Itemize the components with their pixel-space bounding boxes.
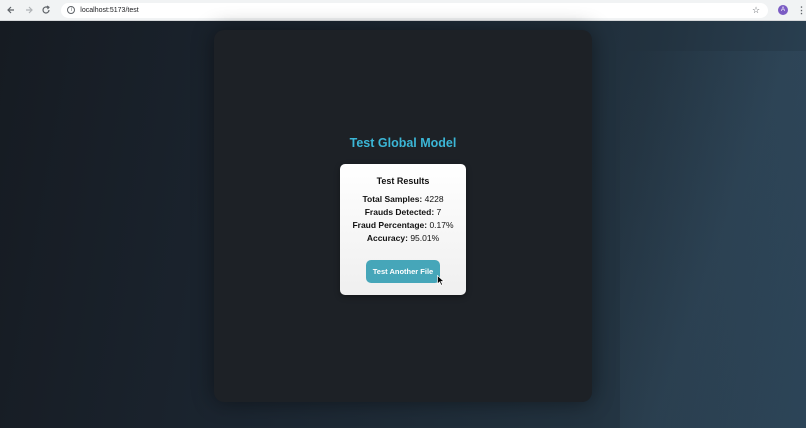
address-bar[interactable]: i localhost:5173/test ☆ (61, 2, 769, 18)
site-info-icon[interactable]: i (67, 6, 76, 14)
test-results-card: Test Results Total Samples: 4228 Frauds … (340, 164, 466, 295)
reload-icon[interactable] (38, 1, 56, 19)
stat-frauds-detected: Frauds Detected: 7 (340, 207, 466, 217)
mouse-cursor-icon (437, 275, 445, 286)
browser-toolbar: i localhost:5173/test ☆ A ⋮ (0, 0, 806, 21)
stat-accuracy: Accuracy: 95.01% (340, 233, 466, 243)
stat-value: 4228 (424, 194, 444, 204)
avatar[interactable]: A (778, 5, 788, 15)
card-title: Test Results (376, 176, 430, 186)
test-another-file-button[interactable]: Test Another File (366, 260, 440, 283)
stat-value: 0.17% (429, 220, 454, 230)
back-arrow-icon[interactable] (2, 1, 20, 19)
stat-fraud-percentage: Fraud Percentage: 0.17% (340, 220, 466, 230)
stat-total-samples: Total Samples: 4228 (340, 194, 466, 204)
stat-label: Fraud Percentage: (352, 220, 428, 230)
more-menu-icon[interactable]: ⋮ (797, 5, 806, 16)
stat-label: Accuracy: (366, 233, 408, 243)
url-text[interactable]: localhost:5173/test (80, 7, 752, 14)
bookmark-star-icon[interactable]: ☆ (752, 5, 760, 16)
forward-arrow-icon[interactable] (20, 1, 38, 19)
stat-label: Total Samples: (362, 194, 423, 204)
stat-label: Frauds Detected: (364, 207, 435, 217)
page-title: Test Global Model (349, 136, 457, 150)
stat-value: 7 (436, 207, 442, 217)
stat-value: 95.01% (410, 233, 440, 243)
